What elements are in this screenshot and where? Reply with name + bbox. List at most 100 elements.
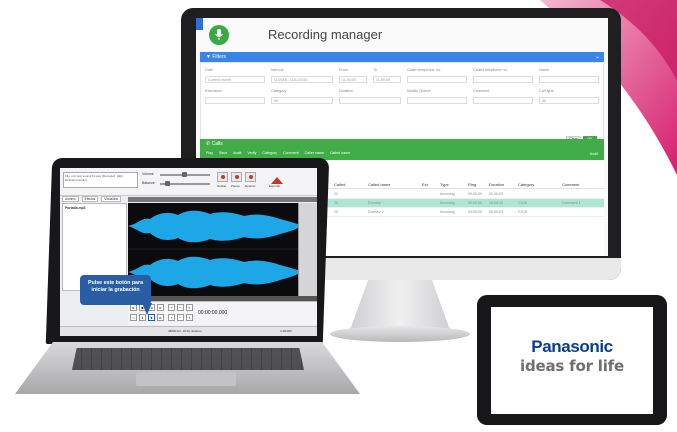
pause-playback-button[interactable]: ‖ (139, 314, 146, 321)
verify-button[interactable]: Verify (247, 151, 256, 155)
balance-slider-handle[interactable] (165, 181, 170, 186)
level-meter-panel[interactable] (298, 203, 317, 296)
tab-efectos[interactable]: Efectos (81, 196, 99, 202)
from-time-field[interactable]: 11:00:00 (339, 76, 367, 83)
extension-field[interactable] (205, 97, 265, 104)
stop-button[interactable] (245, 172, 256, 182)
tablet-screen: Panasonic ideas for life (491, 307, 653, 414)
comment-field[interactable] (473, 97, 533, 104)
calls-title: ✆ Calls (206, 141, 223, 147)
column-called-name[interactable]: Called name (368, 182, 390, 187)
duration-label: Duration (339, 89, 354, 93)
record-button[interactable] (217, 172, 228, 182)
file-list-item[interactable]: Portada.mp3 (65, 206, 86, 210)
zoom-in-icon[interactable]: + (168, 304, 175, 311)
zoom-all-icon[interactable]: − (177, 314, 184, 321)
transport-bar: ▸ ■ ◂ ▸ ○ ‖ ● ▸ + − ⌕ + − ⌕ 00:00:00.000 (128, 301, 317, 325)
skip-end-button[interactable]: ▸ (157, 314, 164, 321)
filters-title: Filters (212, 54, 226, 60)
menu-corner-button[interactable] (196, 18, 203, 30)
category-label: Category (271, 89, 287, 93)
caller-number-field[interactable] (407, 76, 467, 83)
forward-button[interactable]: ▸ (157, 304, 164, 311)
date-select[interactable]: Current month (205, 76, 265, 83)
call-type-select[interactable]: All (539, 97, 599, 104)
editor-tabs: Archivo Efectos Visualizar (60, 196, 130, 202)
name-field[interactable] (539, 76, 599, 83)
export-button[interactable] (270, 172, 286, 184)
play-button[interactable]: Play (206, 151, 213, 155)
waveform-display[interactable] (128, 203, 298, 296)
chevron-down-icon[interactable]: ⌄ (595, 53, 600, 60)
laptop-trackpad (136, 372, 236, 386)
volume-slider-handle[interactable] (182, 172, 187, 177)
record-tooltip: Pulse este botón para iniciar la grabaci… (80, 275, 151, 305)
to-label: To (373, 68, 378, 72)
monitor-stand-base (330, 326, 470, 342)
pause-label: Pausa (231, 184, 240, 188)
column-type[interactable]: Type (440, 182, 449, 187)
called-name-button[interactable]: Called name (330, 151, 350, 155)
call-type-label: Call type (539, 89, 554, 93)
tooltip-pointer (142, 303, 152, 315)
column-category[interactable]: Category (518, 182, 534, 187)
zoom-vertical-icon[interactable]: ⌕ (186, 314, 193, 321)
editor-toolbar: File: mic test sound 01.wav (Decoded: Hi… (60, 168, 317, 196)
audio-editor-window: File: mic test sound 01.wav (Decoded: Hi… (60, 168, 317, 336)
zoom-out-icon[interactable]: − (177, 304, 184, 311)
from-label: From (339, 68, 348, 72)
caller-name-button[interactable]: Caller name (305, 151, 324, 155)
balance-label: Balance (142, 181, 155, 185)
audit-link[interactable]: Audit (590, 152, 598, 156)
date-label: Date (205, 68, 214, 72)
microphone-icon (209, 25, 229, 45)
column-ext[interactable]: Ext. (422, 182, 429, 187)
laptop-keyboard (72, 348, 304, 370)
status-format: 48000 Hz, 16 bit, Estéreo (168, 329, 202, 333)
file-info: File: mic test sound 01.wav (Decoded: Hi… (63, 172, 138, 188)
filters-panel: Date Current month Interval 11/2016 - 11… (200, 62, 604, 146)
queue-label: Modify Queue (407, 89, 431, 93)
filters-header[interactable]: ▼ Filters ⌄ (200, 52, 604, 62)
interval-field[interactable]: 11/2016 - 11/11/2016 (271, 76, 333, 83)
duration-field[interactable] (339, 97, 401, 104)
interval-label: Interval (271, 68, 284, 72)
tab-visualizar[interactable]: Visualizar (101, 196, 122, 202)
stop-label: Detener (245, 184, 256, 188)
status-bar: 48000 Hz, 16 bit, Estéreo 4:18.000 (60, 326, 317, 336)
loop-button[interactable]: ○ (130, 314, 137, 321)
comment-label: Comment (473, 89, 490, 93)
time-counter: 00:00:00.000 (198, 310, 228, 316)
category-button[interactable]: Category (262, 151, 277, 155)
calls-actions: Play Save Audit Verify Category Comment … (206, 151, 350, 155)
pause-icon (235, 175, 239, 179)
pause-button[interactable] (231, 172, 242, 182)
zoom-fit-icon[interactable]: ⌕ (186, 304, 193, 311)
to-time-field[interactable]: 11:59:59 (373, 76, 401, 83)
category-select[interactable]: All (271, 97, 333, 104)
record-start-button[interactable]: ● (148, 314, 155, 321)
column-ring[interactable]: Ring (468, 182, 476, 187)
called-number-field[interactable] (473, 76, 533, 83)
called-number-label: Called telephone no. (473, 68, 508, 72)
column-called[interactable]: Called (334, 182, 345, 187)
record-label: Grabar (217, 184, 227, 188)
tab-archivo[interactable]: Archivo (62, 196, 79, 202)
go-start-button[interactable]: ▸ (130, 304, 137, 311)
queue-field[interactable] (407, 97, 467, 104)
zoom-selection-icon[interactable]: + (168, 314, 175, 321)
track-header-bar (128, 197, 317, 202)
extension-label: Extension (205, 89, 222, 93)
calls-header: ✆ Calls Play Save Audit Verify Category … (200, 139, 604, 160)
panasonic-tagline: ideas for life (520, 357, 624, 375)
audit-button[interactable]: Audit (233, 151, 241, 155)
page-title: Recording manager (268, 27, 383, 42)
column-comment[interactable]: Comment (562, 182, 579, 187)
comment-button[interactable]: Comment (283, 151, 299, 155)
save-button[interactable]: Save (219, 151, 227, 155)
record-icon (221, 175, 225, 179)
column-duration[interactable]: Duration (489, 182, 504, 187)
stop-icon (249, 175, 253, 179)
caller-number-label: Caller telephone no. (407, 68, 441, 72)
monitor-stand (350, 280, 450, 330)
